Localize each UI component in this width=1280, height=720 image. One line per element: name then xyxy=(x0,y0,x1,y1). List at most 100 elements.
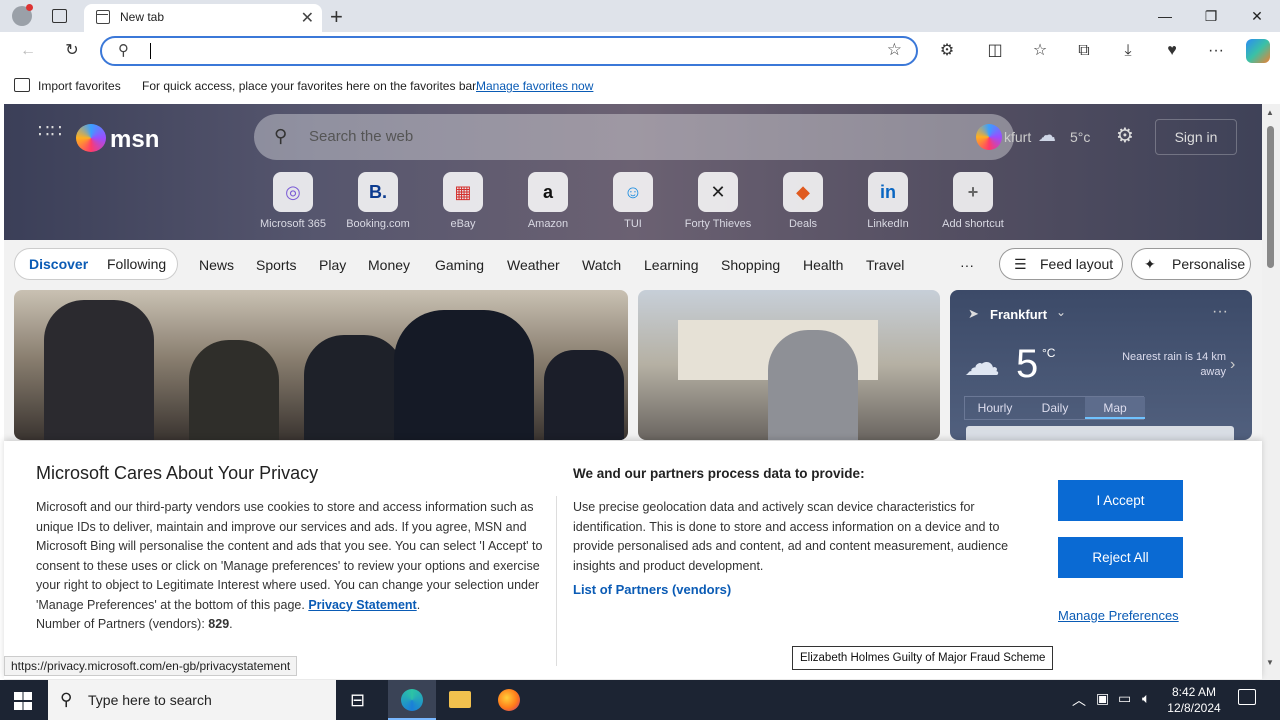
top-story-card[interactable] xyxy=(14,290,628,440)
minimize-button[interactable]: — xyxy=(1142,0,1188,32)
nav-item[interactable]: Travel xyxy=(866,257,904,273)
nav-item[interactable]: Money xyxy=(368,257,410,273)
partners-list-link[interactable]: List of Partners (vendors) xyxy=(573,582,731,597)
more-menu-icon[interactable]: ··· xyxy=(1202,38,1230,64)
nav-item[interactable]: Shopping xyxy=(721,257,780,273)
show-hidden-icons-icon[interactable]: ︿ xyxy=(1072,690,1086,710)
performance-icon[interactable]: ♥ xyxy=(1158,38,1186,64)
chevron-right-icon[interactable]: › xyxy=(1230,356,1235,374)
weather-map[interactable] xyxy=(966,426,1234,440)
collections-icon[interactable]: ⧉ xyxy=(1070,38,1098,64)
notifications-icon[interactable] xyxy=(1238,689,1256,705)
shortcut-icon: ◎ xyxy=(273,172,313,212)
weather-more-icon[interactable]: ··· xyxy=(1212,303,1228,321)
volume-icon[interactable]: 🔈︎ xyxy=(1142,690,1150,707)
weather-cloud-icon: ☁ xyxy=(964,342,1000,383)
sliders-icon: ☰ xyxy=(1014,256,1027,272)
taskbar-clock[interactable]: 8:42 AM 12/8/2024 xyxy=(1166,684,1222,716)
shortcut-tile[interactable]: ◎ Microsoft 365 xyxy=(253,172,333,230)
chevron-down-icon[interactable]: ⌄ xyxy=(1056,305,1066,319)
reject-all-button[interactable]: Reject All xyxy=(1058,537,1183,578)
story-image-person xyxy=(768,330,858,440)
msn-header: ∷∷ msn Search the web ⚲ kfurt ☁ 5°c ⚙ Si… xyxy=(4,104,1262,240)
task-view-icon[interactable]: ⊟ xyxy=(350,690,365,711)
scroll-up-icon[interactable]: ▲ xyxy=(1266,108,1274,117)
firefox-icon[interactable] xyxy=(498,689,520,711)
copilot-icon[interactable] xyxy=(1246,39,1270,63)
tab-actions-icon[interactable] xyxy=(52,9,67,23)
weather-card[interactable]: ➤ Frankfurt ⌄ ··· ☁ 5 °C Nearest rain is… xyxy=(950,290,1252,440)
favorites-icon[interactable]: ☆ xyxy=(1026,38,1054,64)
scrollbar-thumb[interactable] xyxy=(1267,126,1274,268)
shortcut-tile[interactable]: ✕ Forty Thieves xyxy=(678,172,758,230)
new-tab-button[interactable]: + xyxy=(330,4,343,30)
manage-preferences-link[interactable]: Manage Preferences xyxy=(1058,608,1179,623)
shortcut-tile[interactable]: ▦ eBay xyxy=(423,172,503,230)
refresh-button[interactable]: ↻ xyxy=(58,38,86,64)
import-favorites-button[interactable]: Import favorites xyxy=(38,79,121,93)
tab-new-tab[interactable]: New tab ✕ xyxy=(84,4,322,32)
file-explorer-icon[interactable] xyxy=(449,691,471,708)
nav-item[interactable]: Watch xyxy=(582,257,621,273)
header-temp[interactable]: 5°c xyxy=(1070,129,1090,145)
shortcut-icon: B. xyxy=(358,172,398,212)
favorite-star-icon[interactable]: ☆ xyxy=(887,40,902,60)
close-tab-icon[interactable]: ✕ xyxy=(301,8,314,28)
address-bar[interactable]: ⚲ ☆ xyxy=(100,36,918,66)
shortcut-tile[interactable]: ☺ TUI xyxy=(593,172,673,230)
address-input[interactable] xyxy=(150,43,151,59)
tab-following[interactable]: Following xyxy=(107,249,166,279)
split-screen-icon[interactable]: ◫ xyxy=(981,38,1009,64)
shortcut-tile[interactable]: in LinkedIn xyxy=(848,172,928,230)
weather-tab[interactable]: Hourly xyxy=(965,397,1025,419)
shortcut-label: TUI xyxy=(624,218,642,230)
nav-item[interactable]: Health xyxy=(803,257,843,273)
back-button[interactable]: ← xyxy=(14,38,42,64)
privacy-dialog: Microsoft Cares About Your Privacy Micro… xyxy=(4,441,1262,679)
scroll-down-icon[interactable]: ▼ xyxy=(1266,658,1274,667)
nav-item[interactable]: News xyxy=(199,257,234,273)
settings-gear-icon[interactable]: ⚙ xyxy=(1116,123,1134,148)
profile-icon[interactable] xyxy=(12,4,33,26)
clock-date: 12/8/2024 xyxy=(1167,701,1221,715)
nav-item[interactable]: Weather xyxy=(507,257,560,273)
nav-item[interactable]: Play xyxy=(319,257,346,273)
nav-item[interactable]: Sports xyxy=(256,257,296,273)
page-scrollbar[interactable]: ▲ ▼ xyxy=(1262,104,1280,680)
shortcut-label: Forty Thieves xyxy=(684,218,752,230)
shortcut-tile[interactable]: ◆ Deals xyxy=(763,172,843,230)
more-nav-icon[interactable]: ··· xyxy=(960,257,974,273)
weather-tab[interactable]: Daily xyxy=(1025,397,1085,419)
story-image-figure xyxy=(304,335,404,440)
close-window-button[interactable]: ✕ xyxy=(1234,0,1280,32)
privacy-statement-link[interactable]: Privacy Statement xyxy=(308,598,416,612)
header-location[interactable]: kfurt xyxy=(1004,129,1031,145)
network-icon[interactable]: ▭ xyxy=(1118,690,1131,707)
secondary-story-card[interactable] xyxy=(638,290,940,440)
sign-in-button[interactable]: Sign in xyxy=(1155,119,1237,155)
restore-button[interactable]: ❐ xyxy=(1188,0,1234,32)
nav-item[interactable]: Gaming xyxy=(435,257,484,273)
tray-device-icon[interactable]: ▣ xyxy=(1096,690,1109,707)
extensions-icon[interactable]: ⚙ xyxy=(933,38,961,64)
apps-launcher-icon[interactable]: ∷∷ xyxy=(38,122,63,140)
shortcut-tile[interactable]: B. Booking.com xyxy=(338,172,418,230)
shortcut-tile[interactable]: + Add shortcut xyxy=(933,172,1013,230)
start-button[interactable] xyxy=(14,692,32,710)
tab-discover[interactable]: Discover xyxy=(29,249,88,279)
personalise-button[interactable]: ✦ Personalise xyxy=(1131,248,1251,280)
downloads-icon[interactable]: ⤓ xyxy=(1114,38,1142,64)
manage-favorites-link[interactable]: Manage favorites now xyxy=(476,79,593,93)
shortcut-tile[interactable]: a Amazon xyxy=(508,172,588,230)
taskbar-search[interactable]: ⚲ Type here to search xyxy=(48,680,336,720)
import-favorites-icon[interactable] xyxy=(14,78,30,92)
feed-layout-button[interactable]: ☰ Feed layout xyxy=(999,248,1123,280)
copilot-search-icon[interactable] xyxy=(976,124,1002,150)
shortcut-label: Amazon xyxy=(527,218,569,230)
edge-taskbar-icon[interactable] xyxy=(388,680,436,720)
weather-city[interactable]: Frankfurt xyxy=(990,307,1047,322)
weather-tab[interactable]: Map xyxy=(1085,397,1145,419)
msn-search-box[interactable]: Search the web ⚲ xyxy=(254,114,1014,160)
accept-button[interactable]: I Accept xyxy=(1058,480,1183,521)
nav-item[interactable]: Learning xyxy=(644,257,699,273)
